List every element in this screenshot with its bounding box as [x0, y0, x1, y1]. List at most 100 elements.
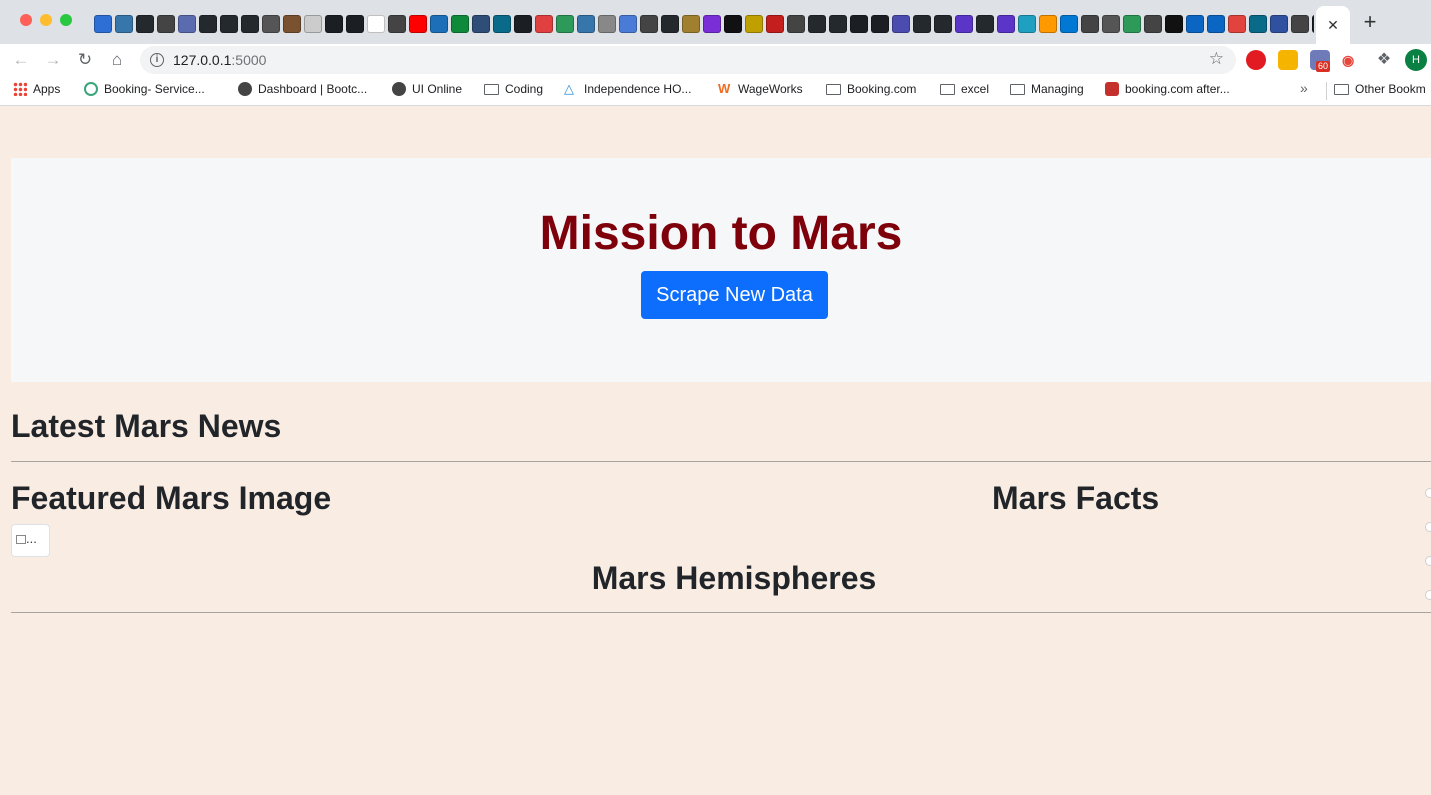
back-arrow-icon[interactable]: ←	[10, 49, 32, 71]
bookmarks-overflow-button[interactable]: »	[1300, 80, 1308, 96]
home-icon[interactable]: ⌂	[106, 49, 128, 71]
tab-favicon-icon[interactable]	[829, 15, 847, 33]
tab-favicon-icon[interactable]	[1144, 15, 1162, 33]
tab-favicon-icon[interactable]	[409, 15, 427, 33]
bookmark-folder-managing[interactable]: Managing	[1010, 82, 1084, 96]
tab-favicon-icon[interactable]	[262, 15, 280, 33]
bookmark-independence[interactable]: △ Independence HO...	[564, 82, 691, 97]
bookmark-booking-service[interactable]: Booking- Service...	[84, 82, 205, 96]
tab-favicon-icon[interactable]	[1207, 15, 1225, 33]
tab-favicon-icon[interactable]	[934, 15, 952, 33]
scrape-new-data-button[interactable]: Scrape New Data	[641, 271, 828, 319]
bookmark-ui-online[interactable]: UI Online	[392, 82, 462, 96]
tab-favicon-icon[interactable]	[850, 15, 868, 33]
tab-favicon-icon[interactable]	[1123, 15, 1141, 33]
tab-favicon-icon[interactable]	[157, 15, 175, 33]
bookmark-youtube[interactable]: booking.com after...	[1105, 82, 1230, 96]
tab-favicon-icon[interactable]	[871, 15, 889, 33]
maximize-window-button[interactable]	[60, 14, 72, 26]
bookmark-apps[interactable]: Apps	[13, 82, 60, 96]
edge-handle[interactable]	[1425, 556, 1431, 566]
site-info-icon[interactable]: i	[150, 53, 164, 67]
adblock-extension-icon[interactable]	[1246, 50, 1266, 70]
hero-jumbotron: Mission to Mars Scrape New Data	[11, 158, 1431, 382]
close-window-button[interactable]	[20, 14, 32, 26]
bookmark-folder-excel[interactable]: excel	[940, 82, 989, 96]
bookmark-label: WageWorks	[738, 82, 803, 96]
tab-favicon-icon[interactable]	[1249, 15, 1267, 33]
tab-favicon-icon[interactable]	[1165, 15, 1183, 33]
tab-favicon-icon[interactable]	[535, 15, 553, 33]
tab-favicon-icon[interactable]	[220, 15, 238, 33]
bookmark-dashboard[interactable]: Dashboard | Bootc...	[238, 82, 367, 96]
tab-favicon-icon[interactable]	[1102, 15, 1120, 33]
tab-favicon-icon[interactable]	[199, 15, 217, 33]
url-text[interactable]: 127.0.0.1:5000	[173, 52, 266, 68]
edge-handle[interactable]	[1425, 488, 1431, 498]
tab-favicon-icon[interactable]	[178, 15, 196, 33]
forward-arrow-icon[interactable]: →	[42, 49, 64, 71]
tab-close-icon[interactable]: ✕	[1327, 17, 1339, 34]
tab-favicon-icon[interactable]	[1018, 15, 1036, 33]
address-bar[interactable]: i 127.0.0.1:5000 ☆	[140, 46, 1236, 74]
tab-favicon-icon[interactable]	[1312, 15, 1314, 33]
bookmark-folder-other[interactable]: Other Bookm	[1334, 82, 1426, 96]
bookmark-folder-booking[interactable]: Booking.com	[826, 82, 916, 96]
tab-favicon-icon[interactable]	[283, 15, 301, 33]
tab-favicon-icon[interactable]	[1291, 15, 1309, 33]
tab-favicon-icon[interactable]	[493, 15, 511, 33]
tab-favicon-icon[interactable]	[1270, 15, 1288, 33]
tab-favicon-icon[interactable]	[1228, 15, 1246, 33]
tab-favicon-icon[interactable]	[472, 15, 490, 33]
tab-favicon-icon[interactable]	[913, 15, 931, 33]
tab-favicon-icon[interactable]	[640, 15, 658, 33]
edge-handle[interactable]	[1425, 522, 1431, 532]
profile-avatar[interactable]: H	[1405, 49, 1427, 71]
tab-favicon-icon[interactable]	[136, 15, 154, 33]
tab-favicon-icon[interactable]	[661, 15, 679, 33]
tab-favicon-icon[interactable]	[367, 15, 385, 33]
tab-favicon-icon[interactable]	[955, 15, 973, 33]
new-tab-button[interactable]: +	[1358, 9, 1382, 34]
tab-favicon-icon[interactable]	[115, 15, 133, 33]
toggl-extension-icon[interactable]: ◉	[1342, 50, 1362, 70]
tab-favicon-icon[interactable]	[556, 15, 574, 33]
tab-favicon-icon[interactable]	[682, 15, 700, 33]
edge-handle[interactable]	[1425, 590, 1431, 600]
tab-favicon-icon[interactable]	[1039, 15, 1057, 33]
bookmark-wageworks[interactable]: W WageWorks	[718, 82, 803, 97]
tab-favicon-icon[interactable]	[766, 15, 784, 33]
tab-favicon-icon[interactable]	[703, 15, 721, 33]
reload-icon[interactable]: ↻	[74, 49, 96, 71]
active-tab[interactable]: ✕	[1316, 6, 1350, 44]
tab-favicon-icon[interactable]	[388, 15, 406, 33]
tab-favicon-icon[interactable]	[997, 15, 1015, 33]
bookmarks-divider	[1326, 82, 1327, 100]
tab-favicon-icon[interactable]	[514, 15, 532, 33]
extensions-puzzle-icon[interactable]: ❖	[1374, 50, 1394, 70]
tab-favicon-icon[interactable]	[430, 15, 448, 33]
tab-favicon-icon[interactable]	[304, 15, 322, 33]
minimize-window-button[interactable]	[40, 14, 52, 26]
notes-extension-icon[interactable]	[1278, 50, 1298, 70]
tab-favicon-icon[interactable]	[94, 15, 112, 33]
tab-favicon-icon[interactable]	[619, 15, 637, 33]
tab-favicon-icon[interactable]	[325, 15, 343, 33]
tab-favicon-icon[interactable]	[577, 15, 595, 33]
tab-favicon-icon[interactable]	[1081, 15, 1099, 33]
bookmark-folder-coding[interactable]: Coding	[484, 82, 543, 96]
featured-image-broken[interactable]: ...	[11, 524, 50, 557]
tab-favicon-icon[interactable]	[1060, 15, 1078, 33]
tab-favicon-icon[interactable]	[976, 15, 994, 33]
bookmark-star-icon[interactable]: ☆	[1209, 49, 1224, 69]
tab-favicon-icon[interactable]	[724, 15, 742, 33]
tab-favicon-icon[interactable]	[241, 15, 259, 33]
tab-favicon-icon[interactable]	[1186, 15, 1204, 33]
tab-favicon-icon[interactable]	[451, 15, 469, 33]
tab-favicon-icon[interactable]	[787, 15, 805, 33]
tab-favicon-icon[interactable]	[745, 15, 763, 33]
tab-favicon-icon[interactable]	[808, 15, 826, 33]
tab-favicon-icon[interactable]	[346, 15, 364, 33]
tab-favicon-icon[interactable]	[892, 15, 910, 33]
tab-favicon-icon[interactable]	[598, 15, 616, 33]
